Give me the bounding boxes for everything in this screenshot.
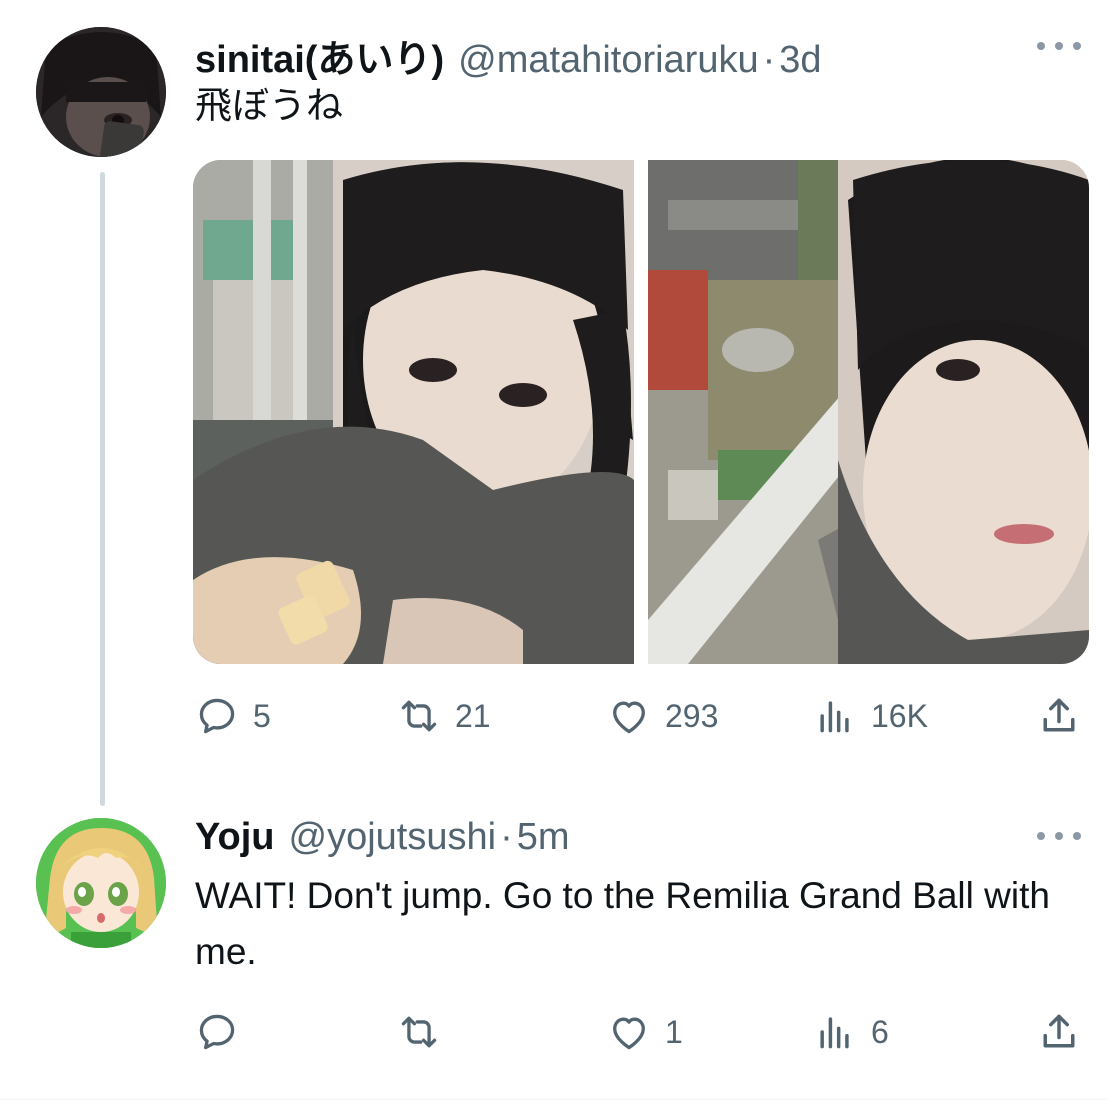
- repost-icon: [401, 1016, 437, 1048]
- more-options-button[interactable]: [1037, 826, 1081, 846]
- tweet-header: Yoju @yojutsushi · 5m: [195, 816, 570, 859]
- share-icon: [1043, 1014, 1075, 1048]
- like-count: 1: [665, 1013, 683, 1050]
- like-button[interactable]: 1: [607, 1002, 683, 1062]
- timestamp[interactable]: 5m: [517, 816, 570, 859]
- separator: ·: [500, 816, 513, 858]
- tweet-reply[interactable]: Yoju @yojutsushi · 5m WAIT! Don't jump. …: [0, 0, 1107, 1100]
- display-name[interactable]: Yoju: [195, 816, 275, 859]
- more-horizontal-icon: [1037, 832, 1045, 840]
- views-button[interactable]: 6: [813, 1002, 889, 1062]
- share-button[interactable]: [1037, 1002, 1081, 1062]
- views-count: 6: [871, 1013, 889, 1050]
- reply-icon: [199, 1014, 235, 1050]
- user-handle[interactable]: @yojutsushi: [289, 816, 497, 859]
- tweet-text: WAIT! Don't jump. Go to the Remilia Gran…: [195, 875, 1050, 972]
- views-chart-icon: [820, 1017, 849, 1049]
- tweet-actions: 1 6: [195, 1002, 1087, 1062]
- avatar-image: [36, 818, 166, 948]
- heart-icon: [613, 1017, 645, 1050]
- repost-button[interactable]: [397, 1002, 455, 1062]
- avatar[interactable]: [36, 818, 166, 948]
- reply-button[interactable]: [195, 1002, 253, 1062]
